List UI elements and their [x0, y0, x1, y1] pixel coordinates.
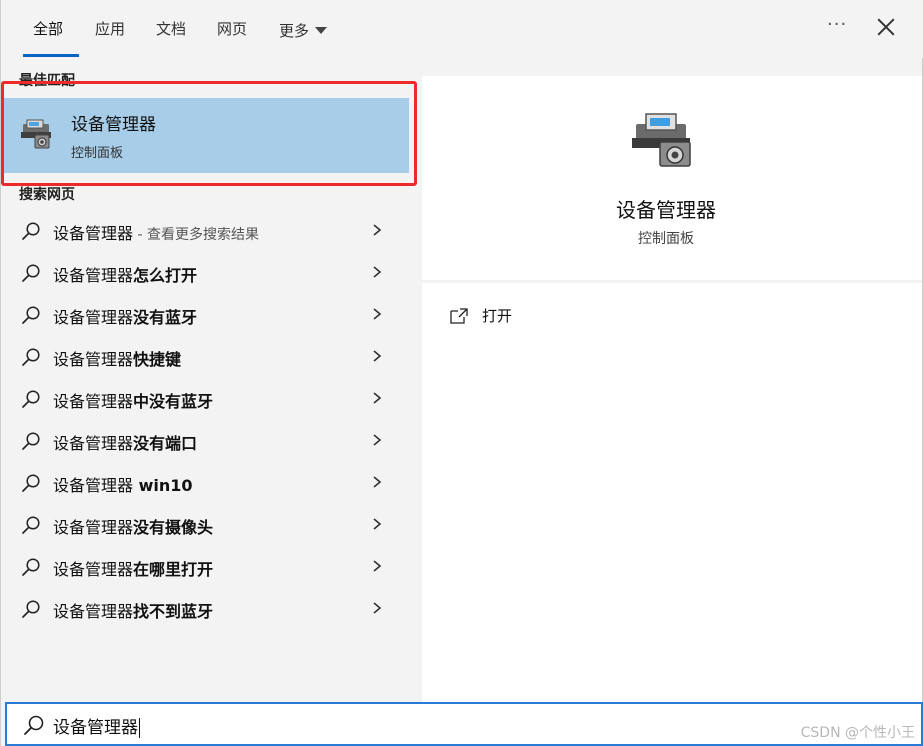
web-result-text: 设备管理器找不到蓝牙 [53, 598, 213, 622]
open-action-button[interactable]: 打开 [450, 305, 512, 326]
web-result-suffix: 在哪里打开 [133, 560, 214, 579]
web-result-query: 设备管理器 [53, 560, 134, 579]
web-result-row[interactable]: 设备管理器没有端口 [1, 420, 411, 462]
best-match-item[interactable]: 设备管理器 控制面板 [3, 98, 409, 173]
search-icon [22, 600, 40, 618]
web-result-suffix: 没有蓝牙 [133, 308, 198, 327]
chevron-right-icon [373, 518, 382, 530]
web-result-suffix: 没有摄像头 [133, 518, 214, 537]
search-icon [22, 432, 40, 450]
search-icon [22, 264, 40, 282]
web-result-text: 设备管理器 win10 [53, 472, 193, 496]
web-result-query: 设备管理器 [53, 350, 134, 369]
chevron-right-icon [373, 266, 382, 278]
chevron-right-icon [373, 560, 382, 572]
web-result-text: 设备管理器 - 查看更多搜索结果 [53, 220, 259, 244]
chevron-right-icon [373, 308, 382, 320]
web-result-suffix: 快捷键 [133, 350, 182, 369]
web-result-query: 设备管理器 [53, 518, 134, 537]
detail-subtitle: 控制面板 [638, 231, 694, 247]
web-result-text: 设备管理器中没有蓝牙 [53, 388, 213, 412]
web-result-query: 设备管理器 [53, 224, 134, 243]
web-result-row[interactable]: 设备管理器没有摄像头 [1, 504, 411, 546]
web-result-query: 设备管理器 [53, 434, 134, 453]
chevron-right-icon [373, 224, 382, 236]
device-manager-icon [21, 119, 51, 149]
search-input[interactable]: 设备管理器 [53, 713, 140, 738]
web-result-suffix: 中没有蓝牙 [133, 392, 214, 411]
web-result-row[interactable]: 设备管理器怎么打开 [1, 252, 411, 294]
active-tab-indicator [23, 54, 79, 57]
chevron-right-icon [373, 392, 382, 404]
detail-title: 设备管理器 [616, 198, 716, 222]
tab-more[interactable]: 更多 [279, 18, 328, 42]
web-result-hint: - 查看更多搜索结果 [133, 227, 259, 243]
best-match-heading: 最佳匹配 [19, 73, 75, 89]
web-search-heading: 搜索网页 [19, 187, 75, 203]
web-result-query: 设备管理器 [53, 308, 134, 327]
search-icon [22, 348, 40, 366]
web-result-text: 设备管理器怎么打开 [53, 262, 197, 286]
results-panel: 最佳匹配 设备管理器 控制面板 搜索网页 设备管理器 - 查看更多搜索结果 设备管… [1, 58, 421, 702]
web-result-row[interactable]: 设备管理器 - 查看更多搜索结果 [1, 210, 411, 252]
search-icon [22, 222, 40, 240]
web-result-suffix: 找不到蓝牙 [133, 602, 214, 621]
search-icon [22, 306, 40, 324]
web-result-row[interactable]: 设备管理器快捷键 [1, 336, 411, 378]
web-result-suffix: 没有端口 [133, 434, 198, 453]
tab-all[interactable]: 全部 [33, 18, 63, 42]
best-match-title: 设备管理器 [71, 115, 156, 135]
web-result-query: 设备管理器 [53, 392, 134, 411]
device-manager-large-icon [632, 113, 691, 167]
tab-bar: 全部 应用 文档 网页 更多 ··· [1, 0, 923, 58]
chevron-down-icon [315, 26, 328, 34]
web-result-text: 设备管理器没有摄像头 [53, 514, 213, 538]
chevron-right-icon [373, 350, 382, 362]
web-result-row[interactable]: 设备管理器 win10 [1, 462, 411, 504]
chevron-right-icon [373, 434, 382, 446]
text-cursor [139, 718, 140, 738]
web-result-row[interactable]: 设备管理器中没有蓝牙 [1, 378, 411, 420]
search-icon [22, 558, 40, 576]
web-result-text: 设备管理器没有端口 [53, 430, 197, 454]
search-icon [22, 516, 40, 534]
web-result-query: 设备管理器 [53, 602, 134, 621]
search-input-text: 设备管理器 [53, 718, 138, 738]
more-options-button[interactable]: ··· [827, 14, 853, 40]
detail-actions: 打开 [422, 283, 922, 703]
tab-web[interactable]: 网页 [217, 18, 247, 42]
web-result-text: 设备管理器没有蓝牙 [53, 304, 197, 328]
search-icon [22, 474, 40, 492]
tab-more-label: 更多 [279, 21, 310, 40]
search-icon [24, 715, 44, 735]
search-icon [22, 390, 40, 408]
chevron-right-icon [373, 476, 382, 488]
web-result-query: 设备管理器 [53, 266, 134, 285]
web-result-text: 设备管理器快捷键 [53, 346, 181, 370]
detail-header: 设备管理器 控制面板 [422, 76, 922, 280]
tab-documents[interactable]: 文档 [156, 18, 186, 42]
web-result-row[interactable]: 设备管理器找不到蓝牙 [1, 588, 411, 630]
watermark: CSDN @个性小王 [800, 725, 915, 741]
chevron-right-icon [373, 602, 382, 614]
web-result-suffix: 怎么打开 [133, 266, 198, 285]
open-external-icon [450, 307, 468, 324]
open-action-label: 打开 [482, 307, 513, 325]
web-result-suffix: win10 [133, 476, 193, 495]
search-window: 全部 应用 文档 网页 更多 ··· 最佳匹配 设备管理器 控制面板 搜索网页 … [0, 0, 923, 746]
web-result-text: 设备管理器在哪里打开 [53, 556, 213, 580]
web-result-row[interactable]: 设备管理器没有蓝牙 [1, 294, 411, 336]
tab-apps[interactable]: 应用 [95, 18, 125, 42]
search-box[interactable]: 设备管理器 CSDN @个性小王 [5, 702, 923, 746]
close-icon[interactable] [875, 16, 897, 38]
best-match-subtitle: 控制面板 [71, 146, 124, 161]
web-result-query: 设备管理器 [53, 476, 134, 495]
web-result-row[interactable]: 设备管理器在哪里打开 [1, 546, 411, 588]
web-search-list: 设备管理器 - 查看更多搜索结果 设备管理器怎么打开 设备管理器没有蓝牙 设备管理器快… [1, 210, 411, 630]
